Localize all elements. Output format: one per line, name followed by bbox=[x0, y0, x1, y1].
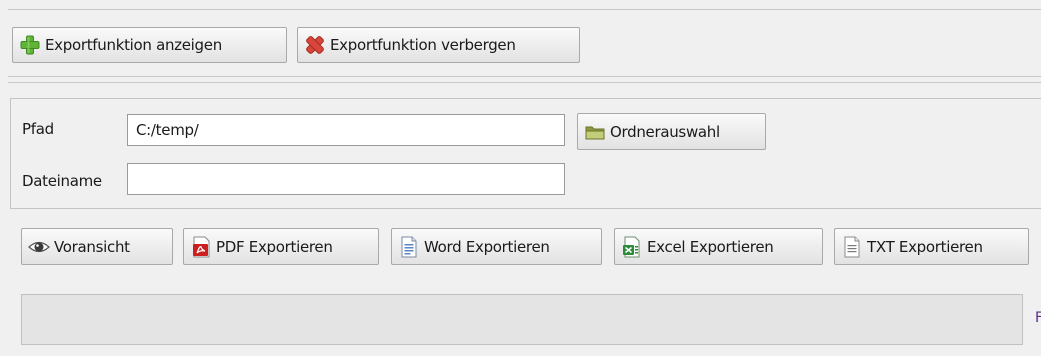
excel-document-icon bbox=[621, 236, 643, 258]
txt-export-button[interactable]: TXT Exportieren bbox=[834, 228, 1029, 265]
hide-export-button[interactable]: Exportfunktion verbergen bbox=[297, 27, 580, 63]
word-export-label: Word Exportieren bbox=[424, 237, 550, 256]
show-export-label: Exportfunktion anzeigen bbox=[45, 36, 222, 54]
pdf-export-button[interactable]: PDF Exportieren bbox=[183, 228, 379, 265]
excel-export-button[interactable]: Excel Exportieren bbox=[614, 228, 823, 265]
txt-export-label: TXT Exportieren bbox=[867, 237, 983, 256]
toolbar-separator-2 bbox=[8, 82, 1041, 83]
path-field[interactable]: C:/temp/ bbox=[127, 114, 565, 146]
plus-icon bbox=[19, 34, 41, 56]
show-export-button[interactable]: Exportfunktion anzeigen bbox=[12, 27, 287, 63]
folder-select-button[interactable]: Ordnerauswahl bbox=[577, 113, 766, 150]
folder-select-label: Ordnerauswahl bbox=[610, 122, 720, 141]
edge-glyph: F bbox=[1035, 310, 1041, 326]
word-export-button[interactable]: Word Exportieren bbox=[391, 228, 602, 265]
pdf-icon bbox=[190, 236, 212, 258]
preview-button[interactable]: Voransicht bbox=[21, 228, 173, 265]
eye-icon bbox=[28, 236, 50, 258]
folder-icon bbox=[584, 121, 606, 143]
toolbar-separator-1 bbox=[8, 76, 1041, 77]
status-area bbox=[21, 294, 1023, 345]
top-separator bbox=[8, 9, 1041, 10]
hide-export-label: Exportfunktion verbergen bbox=[330, 36, 516, 54]
path-label: Pfad bbox=[22, 120, 54, 138]
filename-field[interactable] bbox=[127, 163, 565, 195]
filename-label: Dateiname bbox=[22, 172, 102, 190]
word-document-icon bbox=[398, 236, 420, 258]
pdf-export-label: PDF Exportieren bbox=[216, 237, 333, 256]
excel-export-label: Excel Exportieren bbox=[647, 237, 774, 256]
preview-label: Voransicht bbox=[54, 237, 130, 256]
x-icon bbox=[304, 34, 326, 56]
text-document-icon bbox=[841, 236, 863, 258]
